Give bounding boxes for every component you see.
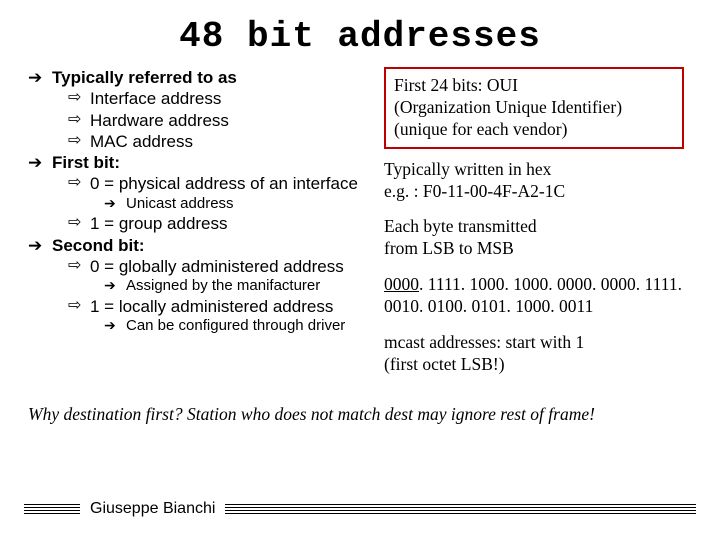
right-column: First 24 bits: OUI (Organization Unique … <box>384 67 684 390</box>
arrow-small-icon: ➔ <box>104 195 122 213</box>
arrow-right-icon: ➔ <box>28 235 46 256</box>
rule-lines-icon <box>24 504 80 514</box>
box-line: (Organization Unique Identifier) <box>394 97 674 119</box>
bullet-subitem: Unicast address <box>126 195 234 214</box>
right-paragraph: mcast addresses: start with 1 (first oct… <box>384 332 684 376</box>
arrow-right-icon: ➔ <box>28 67 46 88</box>
box-line: First 24 bits: OUI <box>394 75 674 97</box>
arrow-outline-icon: ⇨ <box>68 131 86 151</box>
bullet-item: 1 = locally administered address <box>90 296 333 317</box>
bullet-item: MAC address <box>90 131 193 152</box>
arrow-outline-icon: ⇨ <box>68 88 86 108</box>
bullet-head: First bit: <box>52 152 120 173</box>
bullet-item: Hardware address <box>90 110 229 131</box>
arrow-right-icon: ➔ <box>28 152 46 173</box>
bullet-head: Second bit: <box>52 235 145 256</box>
arrow-outline-icon: ⇨ <box>68 173 86 193</box>
left-column: ➔Typically referred to as ⇨Interface add… <box>28 67 378 336</box>
text-line: mcast addresses: start with 1 <box>384 332 684 354</box>
right-paragraph: Typically written in hex e.g. : F0-11-00… <box>384 159 684 203</box>
bullet-item: 0 = physical address of an interface <box>90 173 358 194</box>
bullet-item: 0 = globally administered address <box>90 256 344 277</box>
bullet-head: Typically referred to as <box>52 67 237 88</box>
bullet-item: Interface address <box>90 88 221 109</box>
right-paragraph: 0000. 1111. 1000. 1000. 0000. 0000. 1111… <box>384 274 684 318</box>
arrow-outline-icon: ⇨ <box>68 296 86 316</box>
arrow-outline-icon: ⇨ <box>68 256 86 276</box>
rule-lines-icon <box>225 504 696 514</box>
author-name: Giuseppe Bianchi <box>90 500 215 518</box>
bullet-subitem: Assigned by the manifacturer <box>126 277 320 296</box>
callout-box: First 24 bits: OUI (Organization Unique … <box>384 67 684 149</box>
arrow-small-icon: ➔ <box>104 317 122 335</box>
bullet-subitem: Can be configured through driver <box>126 317 345 336</box>
footer-author-bar: Giuseppe Bianchi <box>24 500 696 518</box>
arrow-outline-icon: ⇨ <box>68 110 86 130</box>
arrow-small-icon: ➔ <box>104 277 122 295</box>
slide-title: 48 bit addresses <box>28 16 692 57</box>
text-line: from LSB to MSB <box>384 238 684 260</box>
arrow-outline-icon: ⇨ <box>68 213 86 233</box>
bits-rest: . 1111. 1000. 1000. 0000. 0000. 1111. 00… <box>384 274 682 316</box>
text-line: e.g. : F0-11-00-4F-A2-1C <box>384 181 684 203</box>
text-line: (first octet LSB!) <box>384 354 684 376</box>
bits-underlined: 0000 <box>384 274 419 294</box>
box-line: (unique for each vendor) <box>394 119 674 141</box>
footer-question: Why destination first? Station who does … <box>28 404 692 425</box>
text-line: Each byte transmitted <box>384 216 684 238</box>
right-paragraph: Each byte transmitted from LSB to MSB <box>384 216 684 260</box>
bullet-item: 1 = group address <box>90 213 228 234</box>
text-line: Typically written in hex <box>384 159 684 181</box>
